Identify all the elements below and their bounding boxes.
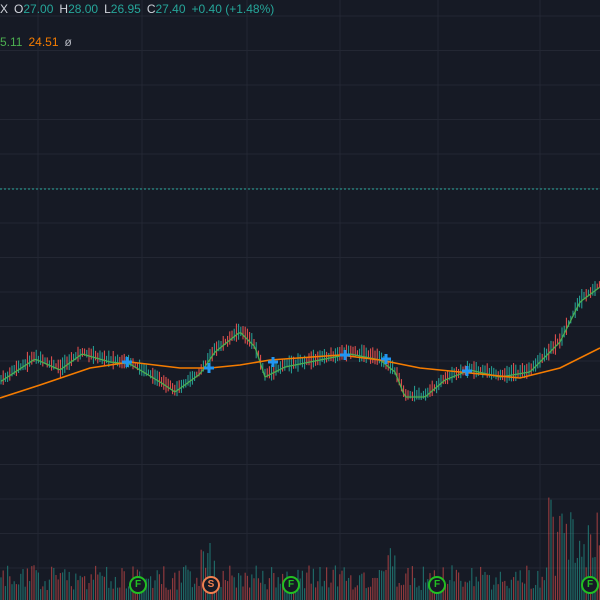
event-marker-f[interactable]: F	[428, 576, 446, 594]
marker-letter: F	[134, 579, 142, 590]
price-chart[interactable]	[0, 0, 600, 600]
ohlc-legend: X O27.00 H28.00 L26.95 C27.40 +0.40 (+1.48%)	[0, 2, 274, 16]
event-marker-f[interactable]: F	[129, 576, 147, 594]
low-value: 26.95	[110, 2, 141, 16]
event-marker-f[interactable]: F	[581, 576, 599, 594]
high-label: H	[59, 2, 69, 16]
open-label: O	[14, 2, 24, 16]
marker-letter: S	[207, 579, 215, 590]
high-value: 28.00	[68, 2, 99, 16]
ma-fast-value: 5.11	[0, 35, 23, 49]
visibility-toggle-icon[interactable]: ø	[65, 35, 72, 49]
symbol-tail: X	[0, 2, 9, 16]
indicator-legend: 5.11 24.51 ø	[0, 35, 72, 49]
close-value: 27.40	[155, 2, 186, 16]
change-value: +0.40 (+1.48%)	[191, 2, 275, 16]
low-label: L	[104, 2, 111, 16]
event-marker-s[interactable]: S	[202, 576, 220, 594]
marker-letter: F	[586, 579, 594, 590]
ma-slow-value: 24.51	[28, 35, 59, 49]
marker-letter: F	[433, 579, 441, 590]
open-value: 27.00	[23, 2, 54, 16]
event-marker-f[interactable]: F	[282, 576, 300, 594]
marker-letter: F	[287, 579, 295, 590]
